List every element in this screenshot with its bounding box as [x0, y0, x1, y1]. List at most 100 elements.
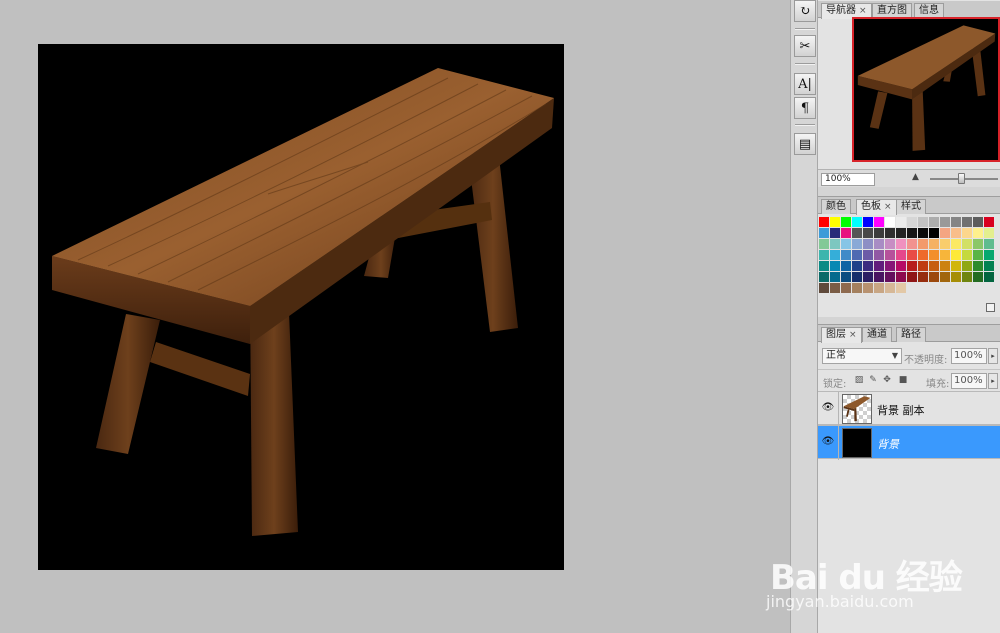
lock-position-icon[interactable]: ✥ — [882, 375, 892, 385]
swatch-cell[interactable] — [874, 250, 885, 261]
swatch-cell[interactable] — [962, 261, 973, 272]
swatch-cell[interactable] — [984, 261, 995, 272]
swatch-cell[interactable] — [885, 228, 896, 239]
swatch-cell[interactable] — [962, 250, 973, 261]
swatch-cell[interactable] — [863, 217, 874, 228]
swatch-cell[interactable] — [819, 261, 830, 272]
swatch-cell[interactable] — [863, 228, 874, 239]
swatch-cell[interactable] — [929, 272, 940, 283]
swatch-cell[interactable] — [951, 228, 962, 239]
swatch-cell[interactable] — [973, 272, 984, 283]
tools-preset-icon[interactable]: ✂ — [794, 35, 816, 57]
character-icon[interactable]: A| — [794, 73, 816, 95]
swatch-cell[interactable] — [984, 272, 995, 283]
swatch-cell[interactable] — [819, 228, 830, 239]
swatch-cell[interactable] — [896, 239, 907, 250]
swatch-cell[interactable] — [863, 272, 874, 283]
swatch-cell[interactable] — [830, 228, 841, 239]
swatch-cell[interactable] — [918, 228, 929, 239]
new-swatch-icon[interactable] — [986, 303, 995, 312]
swatch-cell[interactable] — [962, 228, 973, 239]
swatch-cell[interactable] — [973, 217, 984, 228]
swatch-cell[interactable] — [841, 239, 852, 250]
swatch-cell[interactable] — [896, 283, 907, 294]
swatch-cell[interactable] — [874, 261, 885, 272]
swatch-cell[interactable] — [830, 283, 841, 294]
swatch-cell[interactable] — [863, 261, 874, 272]
swatch-cell[interactable] — [830, 239, 841, 250]
swatch-cell[interactable] — [918, 261, 929, 272]
swatch-cell[interactable] — [863, 250, 874, 261]
swatch-cell[interactable] — [896, 261, 907, 272]
swatch-cell[interactable] — [951, 272, 962, 283]
swatch-cell[interactable] — [852, 239, 863, 250]
swatch-cell[interactable] — [896, 272, 907, 283]
opacity-stepper-icon[interactable]: ▸ — [988, 348, 998, 364]
navigator-preview[interactable] — [852, 17, 1000, 162]
swatch-cell[interactable] — [929, 228, 940, 239]
swatch-cell[interactable] — [841, 283, 852, 294]
swatch-cell[interactable] — [907, 272, 918, 283]
swatch-cell[interactable] — [907, 239, 918, 250]
fill-field[interactable]: 100% — [951, 373, 987, 389]
swatch-cell[interactable] — [852, 217, 863, 228]
swatch-cell[interactable] — [852, 272, 863, 283]
swatch-cell[interactable] — [841, 228, 852, 239]
swatch-cell[interactable] — [962, 239, 973, 250]
swatch-cell[interactable] — [819, 250, 830, 261]
swatch-cell[interactable] — [885, 250, 896, 261]
swatch-cell[interactable] — [874, 239, 885, 250]
swatch-cell[interactable] — [885, 239, 896, 250]
paragraph-icon[interactable]: ¶ — [794, 97, 816, 119]
notes-icon[interactable]: ▤ — [794, 133, 816, 155]
swatch-cell[interactable] — [852, 250, 863, 261]
swatch-cell[interactable] — [874, 283, 885, 294]
layer-name[interactable]: 背景 — [877, 436, 899, 452]
zoom-slider-handle[interactable] — [958, 173, 965, 184]
tab-info[interactable]: 信息 — [914, 3, 944, 18]
layer-row-background-copy[interactable]: 👁 背景 副本 — [818, 391, 1000, 426]
lock-all-icon[interactable]: ■ — [898, 375, 908, 385]
swatch-cell[interactable] — [874, 272, 885, 283]
swatch-cell[interactable] — [874, 217, 885, 228]
swatch-cell[interactable] — [830, 217, 841, 228]
swatch-cell[interactable] — [973, 239, 984, 250]
swatch-cell[interactable] — [940, 217, 951, 228]
swatch-cell[interactable] — [929, 239, 940, 250]
close-icon[interactable]: × — [884, 202, 892, 212]
swatch-cell[interactable] — [819, 217, 830, 228]
swatch-cell[interactable] — [951, 239, 962, 250]
swatch-cell[interactable] — [819, 272, 830, 283]
swatch-cell[interactable] — [929, 217, 940, 228]
swatch-cell[interactable] — [830, 272, 841, 283]
swatch-cell[interactable] — [885, 217, 896, 228]
swatch-cell[interactable] — [852, 228, 863, 239]
swatch-cell[interactable] — [951, 261, 962, 272]
tab-channels[interactable]: 通道 — [862, 327, 892, 342]
swatch-cell[interactable] — [973, 228, 984, 239]
swatch-cell[interactable] — [940, 272, 951, 283]
swatch-cell[interactable] — [841, 250, 852, 261]
swatch-cell[interactable] — [841, 217, 852, 228]
swatch-cell[interactable] — [940, 261, 951, 272]
swatch-cell[interactable] — [885, 261, 896, 272]
swatch-cell[interactable] — [896, 250, 907, 261]
tab-color[interactable]: 颜色 — [821, 199, 851, 214]
swatch-cell[interactable] — [819, 283, 830, 294]
swatch-cell[interactable] — [819, 239, 830, 250]
swatch-cell[interactable] — [918, 217, 929, 228]
swatch-cell[interactable] — [874, 228, 885, 239]
swatch-cell[interactable] — [863, 239, 874, 250]
eye-icon[interactable]: 👁 — [821, 435, 835, 449]
swatch-cell[interactable] — [940, 239, 951, 250]
opacity-field[interactable]: 100% — [951, 348, 987, 364]
swatch-cell[interactable] — [984, 250, 995, 261]
swatch-cell[interactable] — [929, 250, 940, 261]
swatch-cell[interactable] — [951, 217, 962, 228]
lock-pixels-icon[interactable]: ✎ — [868, 375, 878, 385]
tab-histogram[interactable]: 直方图 — [872, 3, 912, 18]
swatch-cell[interactable] — [907, 217, 918, 228]
swatch-cell[interactable] — [940, 228, 951, 239]
swatch-cell[interactable] — [918, 250, 929, 261]
swatch-cell[interactable] — [885, 283, 896, 294]
